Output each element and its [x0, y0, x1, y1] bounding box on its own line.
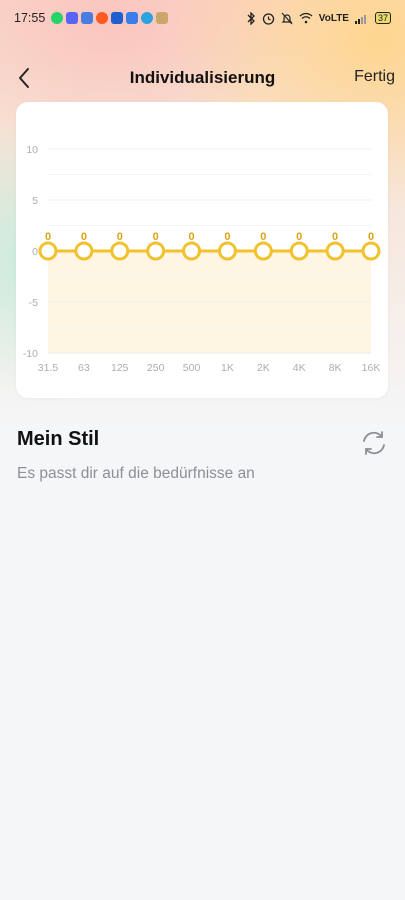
bluetooth-icon [247, 11, 255, 25]
mail-icon [126, 12, 139, 24]
y-tick-label: 5 [32, 195, 38, 207]
app-icon [156, 12, 169, 24]
notification-icons [51, 12, 169, 24]
whatsapp-icon [51, 12, 64, 24]
eq-data-label: 0 [45, 231, 51, 243]
refresh-icon [363, 431, 385, 455]
y-tick-label: 0 [32, 246, 38, 258]
y-tick-label: -10 [23, 348, 38, 360]
x-tick-label: 125 [111, 362, 129, 374]
eq-data-label: 0 [224, 231, 230, 243]
status-time: 17:55 [14, 11, 46, 25]
back-button[interactable] [10, 64, 38, 92]
chevron-left-icon [19, 68, 29, 88]
x-tick-label: 31.5 [38, 362, 59, 374]
app-header: Individualisierung Fertig [0, 58, 405, 98]
reddit-icon [96, 12, 109, 24]
alarm-icon [262, 12, 274, 25]
eq-band-handle[interactable] [110, 241, 130, 261]
reset-button[interactable] [359, 428, 389, 458]
status-bar: 17:55 VoLTE 37 [0, 0, 405, 36]
style-section: Mein Stil Es passt dir auf die bedürfnis… [17, 428, 389, 483]
x-tick-label: 500 [183, 362, 201, 374]
discord-icon [66, 12, 79, 24]
eq-data-label: 0 [368, 231, 374, 243]
signal-icon [354, 14, 366, 24]
eq-data-label: 0 [260, 231, 266, 243]
y-tick-label: 10 [26, 144, 38, 156]
eq-band-handle[interactable] [361, 241, 381, 261]
eq-data-label: 0 [81, 231, 87, 243]
x-tick-label: 250 [147, 362, 165, 374]
eq-band-handle[interactable] [74, 241, 94, 261]
done-button[interactable]: Fertig [354, 68, 395, 86]
system-status: VoLTE 37 [246, 11, 391, 25]
eq-data-label: 0 [117, 231, 123, 243]
x-tick-label: 63 [78, 362, 90, 374]
eq-band-handle[interactable] [38, 241, 58, 261]
equalizer-chart[interactable]: 1050-5-1031.5 63 125 250 500 1K 2K 4K 8K 16K0 0 0 0 0… [16, 102, 388, 398]
eq-data-label: 0 [188, 231, 194, 243]
eq-band-handle[interactable] [217, 241, 237, 261]
messages-icon [111, 12, 124, 24]
eq-data-label: 0 [296, 231, 302, 243]
y-tick-label: -5 [29, 297, 38, 309]
battery-indicator: 37 [374, 12, 391, 24]
equalizer-card: 10 5 0 -5 -10 31.5 63 125 250 500 1K 2K 4K 8K 16K 0 0 0 0 0… [16, 102, 388, 398]
wifi-icon [299, 12, 313, 24]
eq-band-handle[interactable] [253, 241, 273, 261]
network-label: VoLTE [318, 12, 349, 24]
style-subtitle: Es passt dir auf die bedürfnisse an [17, 465, 255, 482]
eq-band-handle[interactable] [146, 241, 166, 261]
eq-data-label: 0 [153, 231, 159, 243]
telegram-icon [141, 12, 154, 24]
x-tick-label: 16K [362, 362, 381, 374]
page-title: Individualisierung [129, 68, 276, 87]
chat-icon [81, 12, 94, 24]
x-tick-label: 8K [329, 362, 342, 374]
mute-icon [281, 12, 293, 24]
x-tick-label: 1K [221, 362, 234, 374]
eq-band-handle[interactable] [182, 241, 202, 261]
style-title: Mein Stil [17, 428, 100, 450]
eq-band-handle[interactable] [289, 241, 309, 261]
eq-band-handle[interactable] [325, 241, 345, 261]
eq-data-label: 0 [332, 231, 338, 243]
x-tick-label: 4K [293, 362, 306, 374]
x-tick-label: 2K [257, 362, 270, 374]
